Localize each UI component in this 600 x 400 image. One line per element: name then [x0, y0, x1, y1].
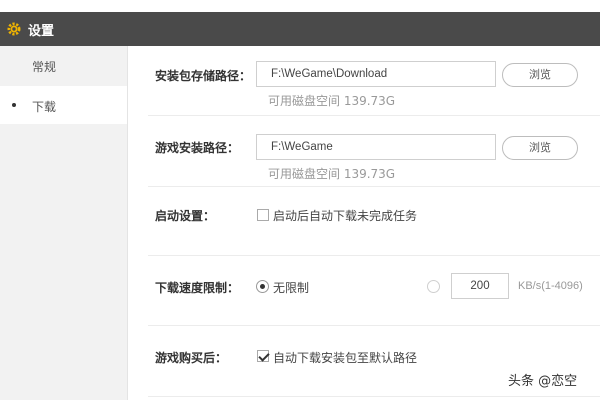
startup-label: 启动设置： [155, 209, 216, 223]
sidebar-item-general[interactable]: 常规 [0, 46, 127, 84]
window-title: 设置 [28, 24, 55, 39]
package-path-space: 可用磁盘空间 139.73G [268, 94, 396, 108]
divider [148, 115, 600, 116]
divider [148, 396, 600, 397]
speed-limit-input[interactable] [451, 273, 509, 299]
gear-icon [7, 22, 21, 36]
game-path-label: 游戏安装路径： [155, 141, 240, 155]
speed-unlimited-label[interactable]: 无限制 [273, 279, 309, 296]
after-purchase-auto-download-checkbox[interactable] [257, 350, 269, 362]
sidebar-item-label: 下载 [32, 100, 57, 114]
settings-panel: 安装包存储路径： 浏览 可用磁盘空间 139.73G 游戏安装路径： 浏览 可用… [128, 46, 600, 400]
after-purchase-label: 游戏购买后： [155, 351, 228, 365]
sidebar-item-label: 常规 [32, 60, 57, 74]
after-purchase-auto-download-label[interactable]: 自动下载安装包至默认路径 [273, 349, 417, 366]
divider [148, 255, 600, 256]
active-indicator-dot [12, 103, 16, 107]
top-strip [0, 0, 600, 12]
speed-unit-label: KB/s(1-4096) [518, 280, 583, 292]
package-path-input[interactable] [256, 61, 496, 87]
speed-custom-radio[interactable] [427, 280, 440, 293]
divider [148, 325, 600, 326]
title-bar: 设置 [0, 12, 600, 46]
divider [148, 186, 600, 187]
game-path-input[interactable] [256, 134, 496, 160]
watermark: 头条 @恋空 [508, 374, 578, 389]
speed-unlimited-radio[interactable] [256, 280, 269, 293]
sidebar: 常规 下载 [0, 46, 128, 400]
package-path-label: 安装包存储路径： [155, 69, 252, 83]
game-path-space: 可用磁盘空间 139.73G [268, 167, 396, 181]
startup-auto-download-checkbox[interactable] [257, 209, 269, 221]
game-path-browse-button[interactable]: 浏览 [502, 136, 578, 160]
startup-auto-download-label[interactable]: 启动后自动下载未完成任务 [273, 207, 417, 224]
speed-limit-label: 下载速度限制： [155, 281, 240, 295]
package-path-browse-button[interactable]: 浏览 [502, 63, 578, 87]
sidebar-item-download[interactable]: 下载 [0, 86, 127, 124]
